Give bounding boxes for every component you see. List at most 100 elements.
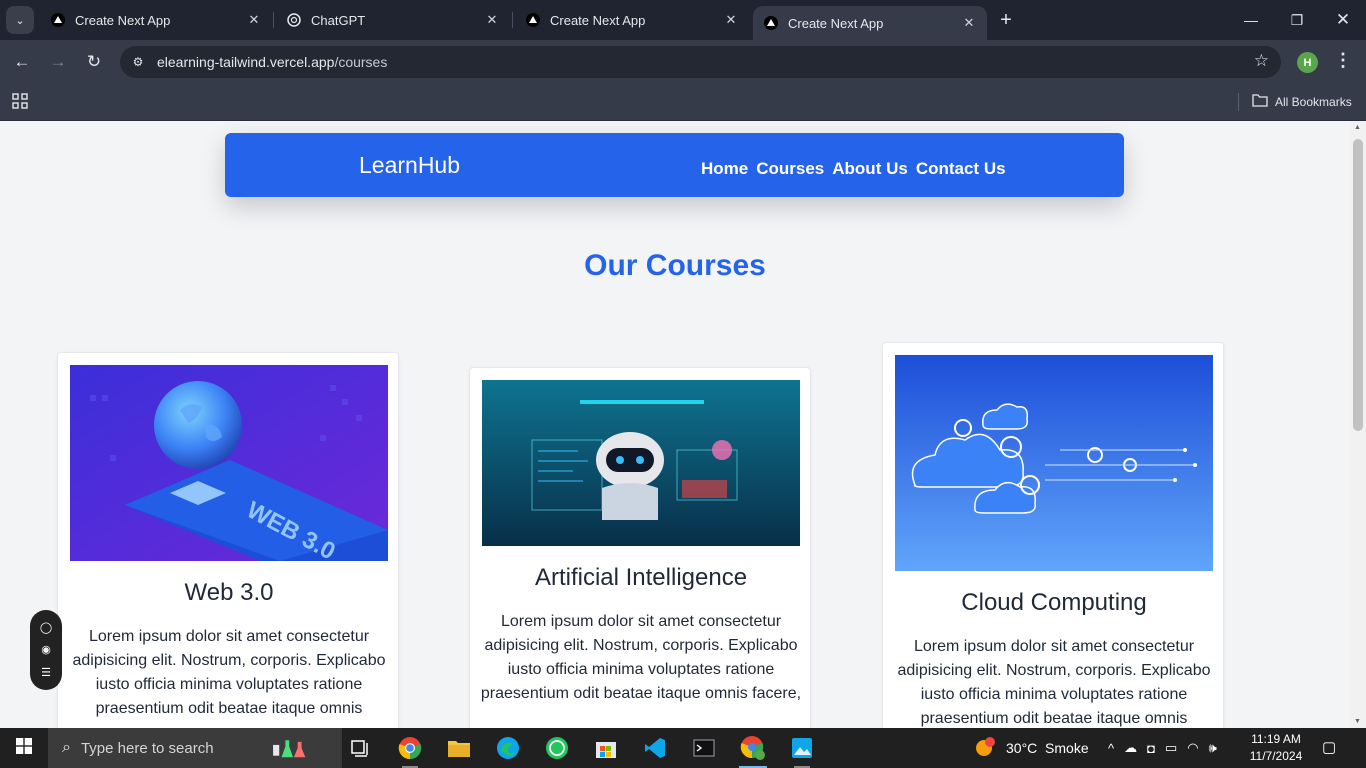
scrollbar-thumb[interactable] [1353, 139, 1363, 431]
battery-icon[interactable]: ▭ [1165, 740, 1177, 756]
close-icon[interactable]: ✕ [721, 10, 741, 30]
onedrive-cloud-icon[interactable]: ☁ [1124, 740, 1137, 756]
minimize-icon: — [1244, 12, 1258, 28]
course-title: Cloud Computing [961, 589, 1147, 616]
browser-tab[interactable]: Create Next App ✕ [515, 0, 749, 40]
system-tray: ^ ☁ ◘ ▭ ◠ 🕪 [1108, 728, 1217, 768]
page-scrollbar[interactable]: ▲ ▼ [1350, 121, 1366, 728]
tab-title: Create Next App [788, 15, 884, 31]
browser-menu-icon[interactable]: ⋮ [1334, 50, 1352, 71]
browser-tab-active[interactable]: Create Next App ✕ [753, 6, 987, 40]
search-placeholder: Type here to search [80, 739, 214, 757]
close-icon[interactable]: ✕ [482, 10, 502, 30]
whatsapp-icon[interactable] [537, 732, 577, 764]
site-info-icon[interactable]: ⚙ [128, 52, 148, 72]
all-bookmarks-button[interactable]: All Bookmarks [1252, 93, 1352, 110]
apps-grid-icon[interactable] [12, 93, 28, 109]
tab-title: Create Next App [550, 12, 646, 28]
microsoft-store-icon[interactable] [586, 732, 626, 764]
tab-divider [512, 12, 513, 28]
chrome-icon[interactable] [390, 732, 430, 768]
back-button[interactable]: ← [8, 48, 36, 76]
clock-time: 11:19 AM [1251, 732, 1301, 746]
nextjs-triangle-icon [763, 15, 779, 31]
wifi-icon[interactable]: ◠ [1187, 740, 1198, 756]
chrome-profile-icon[interactable] [733, 732, 773, 768]
science-flasks-icon[interactable] [270, 732, 310, 764]
browser-tab[interactable]: ChatGPT ✕ [276, 0, 510, 40]
tab-search-button[interactable]: ⌄ [6, 6, 34, 34]
course-card[interactable]: Artificial Intelligence Lorem ipsum dolo… [469, 367, 811, 728]
nav-links: Home Courses About Us Contact Us [701, 159, 1006, 179]
start-button[interactable] [0, 728, 48, 768]
course-description: Lorem ipsum dolor sit amet consectetur a… [72, 628, 386, 717]
folder-icon [1252, 93, 1268, 110]
vscode-icon[interactable] [635, 732, 675, 764]
browser-tab-bar: ⌄ Create Next App ✕ ChatGPT ✕ Create Nex… [0, 0, 1366, 40]
course-description: Lorem ipsum dolor sit amet consectetur a… [480, 613, 802, 702]
reload-icon: ↻ [86, 52, 102, 71]
forward-button[interactable]: → [44, 48, 72, 76]
bookmark-star-icon[interactable]: ☆ [1254, 51, 1269, 71]
url-text[interactable]: elearning-tailwind.vercel.app/courses [157, 54, 387, 70]
scroll-up-icon[interactable]: ▲ [1354, 124, 1361, 131]
course-title: Web 3.0 [184, 579, 274, 606]
eye-icon[interactable]: ◉ [41, 643, 51, 656]
minimize-button[interactable]: — [1228, 0, 1274, 40]
address-bar[interactable]: ⚙ elearning-tailwind.vercel.app/courses … [120, 46, 1281, 78]
close-icon: ✕ [1335, 10, 1351, 29]
nav-link-courses[interactable]: Courses [756, 159, 824, 179]
site-logo[interactable]: LearnHub [359, 152, 460, 179]
site-navbar: LearnHub Home Courses About Us Contact U… [225, 133, 1124, 197]
url-host: elearning-tailwind.vercel.app [157, 54, 335, 70]
scroll-down-icon[interactable]: ▼ [1354, 718, 1361, 725]
restore-icon: ❐ [1290, 11, 1304, 28]
close-window-button[interactable]: ✕ [1320, 0, 1366, 40]
web3-globe-illustration: WEB 3.0 [70, 365, 388, 561]
restore-button[interactable]: ❐ [1274, 0, 1320, 40]
reload-button[interactable]: ↻ [80, 48, 108, 76]
notification-icon[interactable]: ▢ [1322, 738, 1336, 756]
edge-icon[interactable] [488, 732, 528, 764]
close-icon[interactable]: ✕ [244, 10, 264, 30]
weather-alert-icon [974, 736, 998, 761]
chat-bubble-icon[interactable]: ◯ [40, 621, 52, 634]
hamburger-menu-icon[interactable]: ☰ [41, 666, 51, 679]
browser-toolbar: ← → ↻ ⚙ elearning-tailwind.vercel.app/co… [0, 40, 1366, 84]
profile-avatar[interactable]: H [1297, 52, 1318, 73]
chatgpt-icon [286, 12, 302, 28]
nav-link-home[interactable]: Home [701, 159, 748, 179]
all-bookmarks-label: All Bookmarks [1275, 94, 1352, 109]
meet-now-icon[interactable]: ◘ [1147, 741, 1155, 756]
course-card[interactable]: WEB 3.0 Web 3.0 Lorem ipsum dolor sit am… [57, 352, 399, 728]
nav-link-about[interactable]: About Us [832, 159, 908, 179]
windows-taskbar: ⌕ Type here to search 30°C Smoke ^ ☁ ◘ ▭… [0, 728, 1366, 768]
volume-icon[interactable]: 🕪 [1209, 740, 1217, 756]
section-title: Our Courses [584, 249, 766, 282]
chevron-up-icon[interactable]: ^ [1108, 741, 1114, 756]
close-icon[interactable]: ✕ [959, 13, 979, 33]
course-description: Lorem ipsum dolor sit amet consectetur a… [897, 638, 1211, 727]
nextjs-triangle-icon [50, 12, 66, 28]
course-title: Artificial Intelligence [534, 564, 748, 591]
arrow-right-icon: → [49, 52, 67, 71]
browser-tab[interactable]: Create Next App ✕ [40, 0, 272, 40]
chevron-down-icon: ⌄ [15, 14, 25, 27]
course-card[interactable]: Cloud Computing Lorem ipsum dolor sit am… [882, 342, 1224, 728]
weather-text: 30°C Smoke [1006, 740, 1089, 756]
nav-link-contact[interactable]: Contact Us [916, 159, 1006, 179]
bookmarks-bar: All Bookmarks [0, 84, 1366, 121]
weather-widget[interactable]: 30°C Smoke [974, 728, 1089, 768]
cloud-gears-illustration [895, 355, 1213, 571]
floating-action-toolbar: ◯ ◉ ☰ [30, 610, 62, 690]
new-tab-button[interactable]: + [994, 8, 1018, 32]
task-view-icon[interactable] [340, 732, 380, 764]
system-clock[interactable]: 11:19 AM 11/7/2024 [1248, 731, 1304, 765]
ai-robot-illustration [482, 380, 800, 546]
search-icon: ⌕ [62, 739, 71, 756]
terminal-icon[interactable] [684, 732, 724, 764]
photos-icon[interactable] [782, 732, 822, 768]
clock-date: 11/7/2024 [1249, 749, 1303, 763]
file-explorer-icon[interactable] [439, 732, 479, 764]
nextjs-triangle-icon [525, 12, 541, 28]
